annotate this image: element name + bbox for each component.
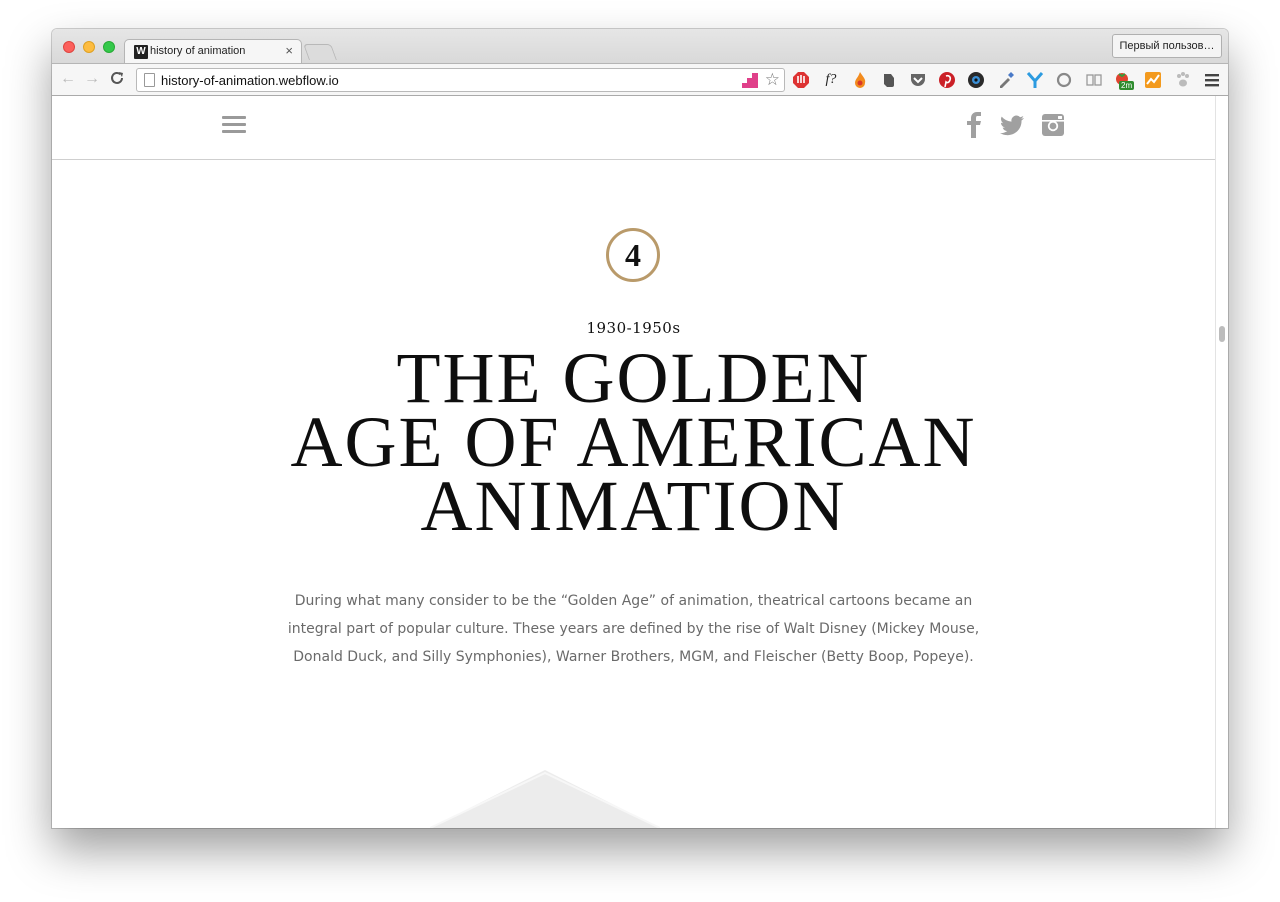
instagram-icon[interactable] xyxy=(1041,112,1065,138)
reload-button[interactable] xyxy=(108,70,126,90)
site-navbar xyxy=(52,96,1215,160)
paw-icon[interactable] xyxy=(1174,71,1192,89)
browser-window: W history of animation × Первый пользов…… xyxy=(52,29,1228,828)
twitter-icon[interactable] xyxy=(1000,112,1025,138)
pinterest-icon[interactable] xyxy=(938,71,956,89)
address-bar[interactable]: history-of-animation.webflow.io ☆ xyxy=(136,68,785,92)
intro-line: integral part of popular culture. These … xyxy=(287,621,980,637)
title-bar: W history of animation × Первый пользов… xyxy=(52,29,1228,64)
page-icon xyxy=(144,73,155,87)
fire-icon[interactable] xyxy=(851,71,869,89)
stairs-extension-icon[interactable] xyxy=(742,72,758,88)
zoom-window-button[interactable] xyxy=(103,41,115,53)
menu-bar xyxy=(222,130,246,133)
browser-tab[interactable]: W history of animation × xyxy=(124,39,302,64)
chapter-number-badge: 4 xyxy=(606,228,660,282)
reload-icon xyxy=(111,71,123,84)
timer-extension[interactable]: 2m xyxy=(1114,71,1135,90)
intro-line: Donald Duck, and Silly Symphonies), Warn… xyxy=(293,649,974,665)
lens-icon[interactable] xyxy=(967,71,985,89)
facebook-icon[interactable] xyxy=(966,112,982,138)
intro-line: During what many consider to be the “Gol… xyxy=(294,593,973,609)
new-tab-button[interactable] xyxy=(303,44,337,60)
page-scrollbar[interactable] xyxy=(1215,96,1228,828)
font-identifier-icon[interactable]: f? xyxy=(822,71,840,89)
chrome-menu-button[interactable] xyxy=(1203,71,1221,89)
url-text[interactable]: history-of-animation.webflow.io xyxy=(161,73,339,88)
forward-button[interactable]: → xyxy=(83,70,101,88)
adblock-icon[interactable] xyxy=(792,71,810,89)
menu-bar xyxy=(222,123,246,126)
webflow-favicon-icon: W xyxy=(134,45,148,59)
back-button[interactable]: ← xyxy=(59,70,77,88)
minimize-window-button[interactable] xyxy=(83,41,95,53)
menu-icon xyxy=(1205,74,1219,87)
browser-toolbar: ← → history-of-animation.webflow.io ☆ f? xyxy=(52,63,1228,96)
headline-line: AGE OF AMERICAN xyxy=(290,402,977,482)
menu-bar xyxy=(222,116,246,119)
page-headline: THE GOLDEN AGE OF AMERICAN ANIMATION xyxy=(52,338,1215,546)
eyedropper-icon[interactable] xyxy=(997,71,1015,89)
hamburger-menu-button[interactable] xyxy=(222,116,246,136)
page-viewport: 4 1930-1950s THE GOLDEN AGE OF AMERICAN … xyxy=(52,96,1228,828)
pocket-icon[interactable] xyxy=(909,71,927,89)
era-label: 1930-1950s xyxy=(586,319,681,337)
evernote-icon[interactable] xyxy=(880,71,898,89)
y-extension-icon[interactable] xyxy=(1026,71,1044,89)
reader-icon[interactable] xyxy=(1085,71,1103,89)
headline-line: ANIMATION xyxy=(420,466,847,546)
tab-close-icon[interactable]: × xyxy=(285,43,293,58)
scrollbar-thumb[interactable] xyxy=(1219,326,1225,342)
timer-badge: 2m xyxy=(1119,81,1135,90)
mountain-decoration xyxy=(430,770,660,828)
sync-icon[interactable] xyxy=(1055,71,1073,89)
tab-title: history of animation xyxy=(150,45,246,57)
headline-line: THE GOLDEN xyxy=(396,338,871,418)
close-window-button[interactable] xyxy=(63,41,75,53)
bookmark-star-icon[interactable]: ☆ xyxy=(765,70,780,90)
intro-paragraph: During what many consider to be the “Gol… xyxy=(282,587,985,671)
analytics-icon[interactable] xyxy=(1144,71,1162,89)
profile-button[interactable]: Первый пользов… xyxy=(1112,34,1222,58)
